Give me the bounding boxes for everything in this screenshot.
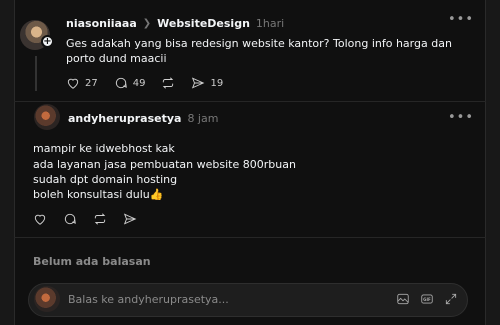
comment-icon <box>64 213 76 225</box>
share-count: 19 <box>210 77 224 89</box>
post-header: niasoniiaaa ❯ WebsiteDesign 1hari <box>66 17 284 30</box>
like-button[interactable] <box>33 212 47 226</box>
like-count: 27 <box>85 77 98 89</box>
divider <box>14 101 486 102</box>
reply-placeholder[interactable]: Balas ke andyheruprasetya... <box>68 293 229 306</box>
more-icon[interactable]: ••• <box>448 12 474 27</box>
expand-icon[interactable] <box>444 292 458 306</box>
comment-button[interactable]: 49 <box>114 76 146 90</box>
avatar[interactable] <box>34 104 60 130</box>
share-button[interactable] <box>123 212 137 226</box>
avatar <box>34 286 60 312</box>
share-icon <box>192 77 205 89</box>
reply-header: andyheruprasetya 8 jam <box>68 112 218 125</box>
reply-line: sudah dpt domain hosting <box>33 173 178 186</box>
post-username[interactable]: niasoniiaaa <box>66 17 137 30</box>
no-replies-label: Belum ada balasan <box>33 255 151 268</box>
post-text: Ges adakah yang bisa redesign website ka… <box>66 37 452 65</box>
thread-line <box>35 56 37 91</box>
repost-button[interactable] <box>93 212 107 226</box>
repost-icon <box>163 77 174 89</box>
reply-time: 8 jam <box>187 112 219 125</box>
heart-icon <box>34 214 46 225</box>
reply-username[interactable]: andyheruprasetya <box>68 112 181 125</box>
like-button[interactable]: 27 <box>66 76 98 90</box>
chevron-right-icon: ❯ <box>142 18 152 29</box>
svg-text:GIF: GIF <box>423 297 431 302</box>
heart-icon <box>67 78 79 89</box>
post-community[interactable]: WebsiteDesign <box>157 17 250 30</box>
divider <box>14 237 486 238</box>
post-actions: 27 49 19 <box>66 76 239 90</box>
reply-line: boleh konsultasi dulu👍 <box>33 188 164 201</box>
comment-button[interactable] <box>63 212 77 226</box>
reply-line: ada layanan jasa pembuatan website 800rb… <box>33 158 296 171</box>
share-button[interactable]: 19 <box>191 76 223 90</box>
more-icon[interactable]: ••• <box>448 110 474 125</box>
reply-actions <box>33 212 153 226</box>
post-time: 1hari <box>255 17 285 30</box>
reply-tools: GIF <box>386 292 458 306</box>
comment-count: 49 <box>132 77 146 89</box>
comment-icon <box>115 77 127 89</box>
follow-plus-icon[interactable]: + <box>41 35 54 48</box>
gif-icon[interactable]: GIF <box>420 292 434 306</box>
reply-line: mampir ke idwebhost kak <box>33 142 175 155</box>
share-icon <box>123 213 137 225</box>
repost-button[interactable] <box>161 76 175 90</box>
repost-icon <box>94 213 106 225</box>
image-icon[interactable] <box>396 292 410 306</box>
